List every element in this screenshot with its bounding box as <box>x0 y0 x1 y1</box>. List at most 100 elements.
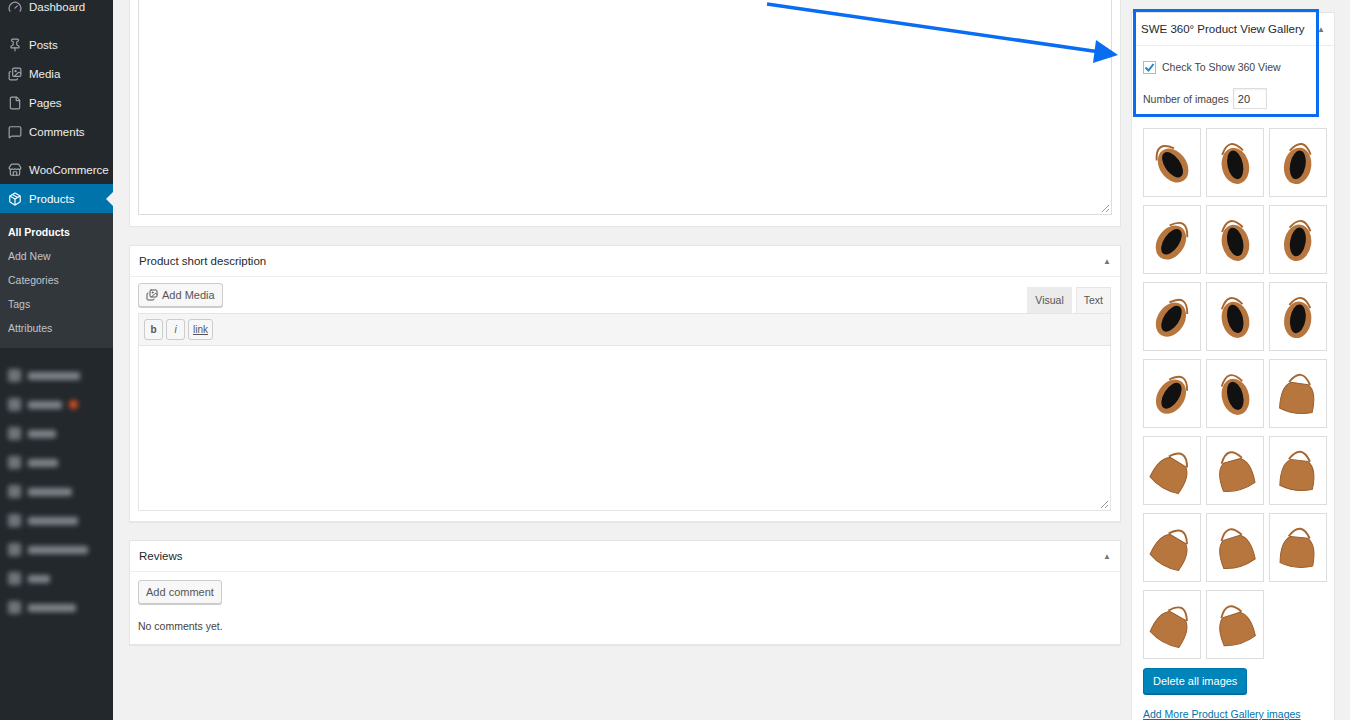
description-editor <box>129 0 1121 227</box>
menu-separator <box>0 21 113 30</box>
box-header[interactable]: Product short description ▲ <box>130 246 1120 277</box>
thumbnail[interactable] <box>1269 436 1327 505</box>
thumbnail[interactable] <box>1206 128 1264 197</box>
side-column: SWE 360° Product View Gallery ▲ Check To S… <box>1131 0 1335 720</box>
blurred-item[interactable] <box>0 419 113 448</box>
editor-tab[interactable]: Visual <box>1027 287 1071 313</box>
bag-photo-icon <box>1144 591 1200 658</box>
submenu-item[interactable]: Tags <box>0 292 113 316</box>
thumbnail[interactable] <box>1206 513 1264 582</box>
submenu-item[interactable]: Categories <box>0 268 113 292</box>
sidebar-item[interactable]: Pages <box>0 88 113 117</box>
sidebar-item[interactable]: Dashboard <box>0 0 113 21</box>
sidebar-item[interactable]: Posts <box>0 30 113 59</box>
checkbox[interactable] <box>1143 61 1156 74</box>
thumbnail[interactable] <box>1269 513 1327 582</box>
resize-handle-icon[interactable] <box>1101 204 1109 212</box>
blurred-item[interactable] <box>0 535 113 564</box>
pages-icon <box>8 96 22 110</box>
blurred-item[interactable] <box>0 564 113 593</box>
box-header[interactable]: Reviews▲ <box>130 541 1120 572</box>
blurred-item[interactable] <box>0 361 113 390</box>
show-360-option[interactable]: Check To Show 360 View <box>1143 59 1323 75</box>
menu-group: WooCommerceProducts <box>0 155 113 213</box>
submenu-item[interactable]: All Products <box>0 220 113 244</box>
blurred-label <box>28 488 72 496</box>
bag-photo-icon <box>1144 129 1200 196</box>
bag-photo-icon <box>1270 360 1326 427</box>
number-input[interactable] <box>1233 88 1267 109</box>
blurred-icon <box>8 427 21 440</box>
add-media-button[interactable]: Add Media <box>138 283 223 307</box>
thumbnail[interactable] <box>1143 282 1201 351</box>
quicktag-button[interactable]: link <box>188 319 213 340</box>
toggle-arrow[interactable]: ▲ <box>1103 552 1111 561</box>
thumbnail[interactable] <box>1206 205 1264 274</box>
bag-photo-icon <box>1207 437 1263 504</box>
box-header[interactable]: SWE 360° Product View Gallery ▲ <box>1132 13 1334 46</box>
thumbnail[interactable] <box>1143 128 1201 197</box>
add-comment-button[interactable]: Add comment <box>138 580 222 604</box>
description-textarea[interactable] <box>138 0 1112 215</box>
blurred-item[interactable] <box>0 506 113 535</box>
field-label: Number of images <box>1143 93 1229 105</box>
blurred-icon <box>8 456 21 469</box>
toggle-arrow[interactable]: ▲ <box>1103 257 1111 266</box>
box-title: SWE 360° Product View Gallery <box>1141 23 1305 35</box>
woocommerce-icon <box>8 163 22 177</box>
quicktags-bar: bilink <box>139 314 1110 346</box>
sidebar-item[interactable]: Comments <box>0 117 113 146</box>
thumbnail[interactable] <box>1269 128 1327 197</box>
blurred-label <box>28 604 76 612</box>
thumbnail[interactable] <box>1143 590 1201 659</box>
thumbnail[interactable] <box>1206 282 1264 351</box>
thumbnail[interactable] <box>1206 359 1264 428</box>
box-body: Add comment No comments yet. <box>130 572 1120 644</box>
quicktag-button[interactable]: i <box>166 319 185 340</box>
thumbnail[interactable] <box>1143 513 1201 582</box>
blurred-item[interactable] <box>0 477 113 506</box>
menu-separator <box>0 146 113 155</box>
thumbnail[interactable] <box>1143 436 1201 505</box>
bag-photo-icon <box>1207 283 1263 350</box>
submenu-item[interactable]: Add New <box>0 244 113 268</box>
media-icon <box>8 67 22 81</box>
thumbnail[interactable] <box>1269 359 1327 428</box>
blurred-icon <box>8 485 21 498</box>
sidebar-item[interactable]: Products <box>0 184 113 213</box>
delete-all-button[interactable]: Delete all images <box>1143 668 1247 694</box>
blurred-icon <box>8 543 21 556</box>
sidebar-item[interactable]: WooCommerce <box>0 155 113 184</box>
blurred-item[interactable] <box>0 593 113 622</box>
bag-photo-icon <box>1207 514 1263 581</box>
blurred-icon <box>8 601 21 614</box>
thumbnail[interactable] <box>1269 205 1327 274</box>
submenu-item[interactable]: Attributes <box>0 316 113 340</box>
annotation-arrow-icon <box>767 4 1118 63</box>
thumbnail[interactable] <box>1206 590 1264 659</box>
quicktag-button[interactable]: b <box>144 319 163 340</box>
short-description-textarea[interactable] <box>139 346 1110 510</box>
thumbnail[interactable] <box>1143 359 1201 428</box>
products-submenu: All ProductsAdd NewCategoriesTagsAttribu… <box>0 213 113 348</box>
bag-photo-icon <box>1144 206 1200 273</box>
thumbnail[interactable] <box>1269 282 1327 351</box>
sidebar-item[interactable]: Media <box>0 59 113 88</box>
blurred-menu <box>0 348 113 622</box>
thumbnail[interactable] <box>1143 205 1201 274</box>
blurred-item[interactable] <box>0 390 113 419</box>
bag-photo-icon <box>1207 360 1263 427</box>
media-icon <box>146 289 158 301</box>
blurred-item[interactable] <box>0 448 113 477</box>
add-more-link[interactable]: Add More Product Gallery images <box>1143 708 1323 720</box>
resize-handle-icon[interactable] <box>1100 500 1108 508</box>
toggle-arrow[interactable]: ▲ <box>1317 25 1325 34</box>
box-title: Product short description <box>139 255 266 267</box>
editor-wrap: bilink <box>138 313 1111 511</box>
comments-icon <box>8 125 22 139</box>
thumbnail-grid <box>1143 128 1323 659</box>
editor-tab[interactable]: Text <box>1076 287 1111 313</box>
empty-message: No comments yet. <box>138 620 1112 632</box>
blurred-label <box>28 575 50 583</box>
thumbnail[interactable] <box>1206 436 1264 505</box>
